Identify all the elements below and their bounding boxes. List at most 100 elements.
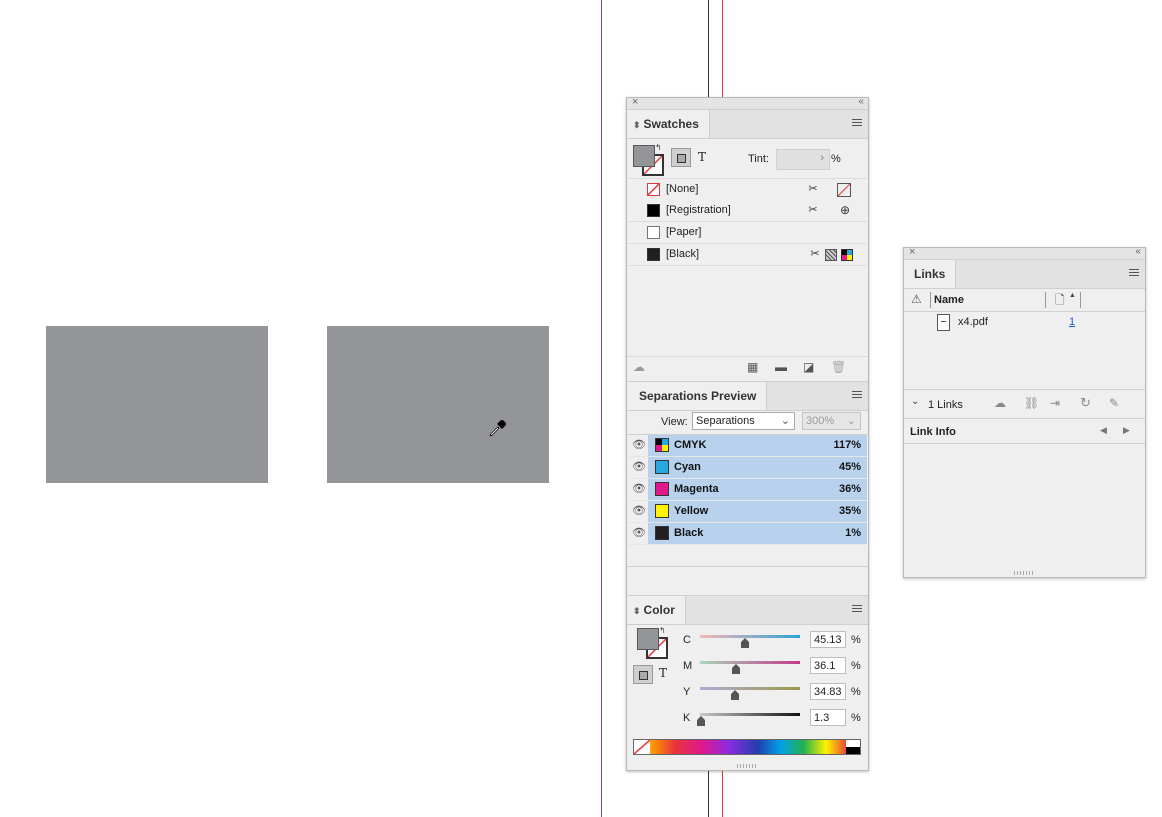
formatting-container-button[interactable] xyxy=(671,148,691,167)
close-icon[interactable]: × xyxy=(909,246,915,258)
eye-icon[interactable]: 👁 xyxy=(631,504,647,518)
swatch-row-registration[interactable]: [Registration] ✂ ⊕ xyxy=(628,200,867,222)
panel-menu-icon[interactable] xyxy=(852,605,862,614)
eye-icon[interactable]: 👁 xyxy=(631,460,647,474)
panel-resize-grip[interactable] xyxy=(1014,571,1034,575)
separation-name: Magenta xyxy=(674,483,719,495)
update-link-icon[interactable]: ↻ xyxy=(1080,395,1091,411)
delete-swatch-icon[interactable]: 🗑 xyxy=(831,360,846,374)
collapse-icon[interactable]: ‹‹ xyxy=(1135,246,1141,257)
collapse-icon[interactable]: ‹‹ xyxy=(858,96,864,107)
channel-row-c: C 45.13% xyxy=(627,628,867,652)
magenta-chip xyxy=(655,482,669,496)
link-row[interactable]: x4.pdf 1 xyxy=(904,312,1145,334)
fill-stroke-proxy[interactable]: ↰ xyxy=(633,143,664,176)
channel-slider-thumb[interactable] xyxy=(730,690,739,700)
panel-menu-icon[interactable] xyxy=(852,119,862,128)
cmyk-chip xyxy=(655,438,669,452)
channel-slider-thumb[interactable] xyxy=(741,638,750,648)
close-icon[interactable]: × xyxy=(632,96,638,108)
go-to-link-icon[interactable]: ⇥ xyxy=(1050,396,1060,410)
tint-unit: % xyxy=(831,153,841,165)
color-ramp[interactable] xyxy=(633,739,861,755)
panel-menu-icon[interactable] xyxy=(852,391,862,400)
channel-slider-thumb[interactable] xyxy=(732,664,741,674)
links-tabrow: Links xyxy=(904,260,1145,289)
yellow-chip xyxy=(655,504,669,518)
separation-row-cmyk[interactable]: 👁 CMYK 117% xyxy=(628,435,867,457)
channel-value-field[interactable]: 1.3 xyxy=(810,709,846,726)
black-chip xyxy=(655,526,669,540)
channel-value-field[interactable]: 36.1 xyxy=(810,657,846,674)
channel-value-field[interactable]: 34.83 xyxy=(810,683,846,700)
view-dropdown[interactable]: Separations ⌄ xyxy=(692,412,795,430)
panel-resize-grip[interactable] xyxy=(737,764,757,768)
page-column-icon[interactable]: 🗋 xyxy=(1055,291,1065,312)
channel-slider-track[interactable] xyxy=(700,687,800,690)
tab-swatches[interactable]: ⬍ Swatches xyxy=(627,110,710,138)
separation-row-black[interactable]: 👁 Black 1% xyxy=(628,523,867,545)
gray-rectangle-left[interactable] xyxy=(46,326,268,483)
panel-menu-icon[interactable] xyxy=(1129,269,1139,278)
channel-slider-track[interactable] xyxy=(700,713,800,716)
name-column-label[interactable]: Name xyxy=(934,294,964,306)
swatch-row-paper[interactable]: [Paper] xyxy=(628,222,867,244)
link-page-number[interactable]: 1 xyxy=(1069,316,1075,328)
warning-icon[interactable]: ⚠ xyxy=(911,292,922,306)
eye-icon[interactable]: 👁 xyxy=(631,438,647,452)
channel-slider-thumb[interactable] xyxy=(697,716,706,726)
tab-separations-preview[interactable]: Separations Preview xyxy=(627,382,768,410)
cc-relink-icon[interactable]: ☁ xyxy=(994,396,1006,410)
swatches-tabrow: ⬍ Swatches xyxy=(627,110,868,139)
locked-edit-icon: ✂ xyxy=(810,248,820,260)
separation-row-yellow[interactable]: 👁 Yellow 35% xyxy=(628,501,867,523)
tab-links[interactable]: Links xyxy=(904,260,957,288)
swatches-bottom-bar: ☁ ▦ ▬ ◪ 🗑 xyxy=(627,356,868,379)
disclosure-chevron-icon[interactable]: ⌄ xyxy=(911,396,919,407)
zoom-dropdown[interactable]: 300% ⌄ xyxy=(802,412,861,430)
channel-label: M xyxy=(683,660,693,672)
links-column-header: ⚠ Name 🗋 ▲ xyxy=(904,289,1145,312)
swatch-label: [Registration] xyxy=(666,204,731,216)
separation-name: CMYK xyxy=(674,439,707,451)
swatch-row-black[interactable]: [Black] ✂ xyxy=(628,244,867,266)
next-link-icon[interactable]: ▶ xyxy=(1123,425,1130,436)
eye-icon[interactable]: 👁 xyxy=(631,526,647,540)
eyedropper-cursor-icon xyxy=(488,418,508,438)
link-info-label: Link Info xyxy=(910,426,956,438)
show-swatch-kinds-icon[interactable]: ▦ xyxy=(747,360,758,374)
tab-color[interactable]: ⬍ Color xyxy=(627,596,686,624)
swatch-label: [None] xyxy=(666,183,699,195)
tint-field[interactable]: › xyxy=(776,149,830,170)
channel-unit: % xyxy=(851,634,861,646)
registration-mode-icon: ⊕ xyxy=(839,203,851,217)
swatch-row-none[interactable]: [None] ✂ xyxy=(628,178,867,201)
channel-value-field[interactable]: 45.13 xyxy=(810,631,846,648)
previous-link-icon[interactable]: ◀ xyxy=(1100,425,1107,436)
edit-original-icon[interactable]: ✎ xyxy=(1109,396,1119,410)
black-swatch-chip xyxy=(647,248,660,261)
gray-rectangle-right[interactable] xyxy=(327,326,549,483)
eye-icon[interactable]: 👁 xyxy=(631,482,647,496)
pdf-file-icon xyxy=(937,314,950,331)
locked-edit-icon: ✂ xyxy=(808,204,818,216)
formatting-text-icon[interactable]: T xyxy=(698,150,706,164)
cc-library-icon[interactable]: ☁ xyxy=(633,360,645,374)
links-toolbar: ⌄ 1 Links ☁ ⛓ ⇥ ↻ ✎ xyxy=(904,389,1145,419)
none-color-mode-icon xyxy=(837,183,851,197)
separation-row-cyan[interactable]: 👁 Cyan 45% xyxy=(628,457,867,479)
separation-row-magenta[interactable]: 👁 Magenta 36% xyxy=(628,479,867,501)
separation-name: Yellow xyxy=(674,505,709,517)
new-color-group-icon[interactable]: ▬ xyxy=(775,360,787,374)
separation-value: 35% xyxy=(838,505,861,517)
channel-row-y: Y 34.83% xyxy=(627,680,867,704)
channel-unit: % xyxy=(851,660,861,672)
channel-slider-track[interactable] xyxy=(700,635,800,638)
new-swatch-icon[interactable]: ◪ xyxy=(803,360,814,374)
relink-icon[interactable]: ⛓ xyxy=(1024,396,1039,410)
page-edge-guide xyxy=(601,0,602,817)
links-count: 1 Links xyxy=(928,399,963,411)
separation-value: 45% xyxy=(838,461,861,473)
channel-slider-track[interactable] xyxy=(700,661,800,664)
swatch-label: [Black] xyxy=(666,248,700,260)
